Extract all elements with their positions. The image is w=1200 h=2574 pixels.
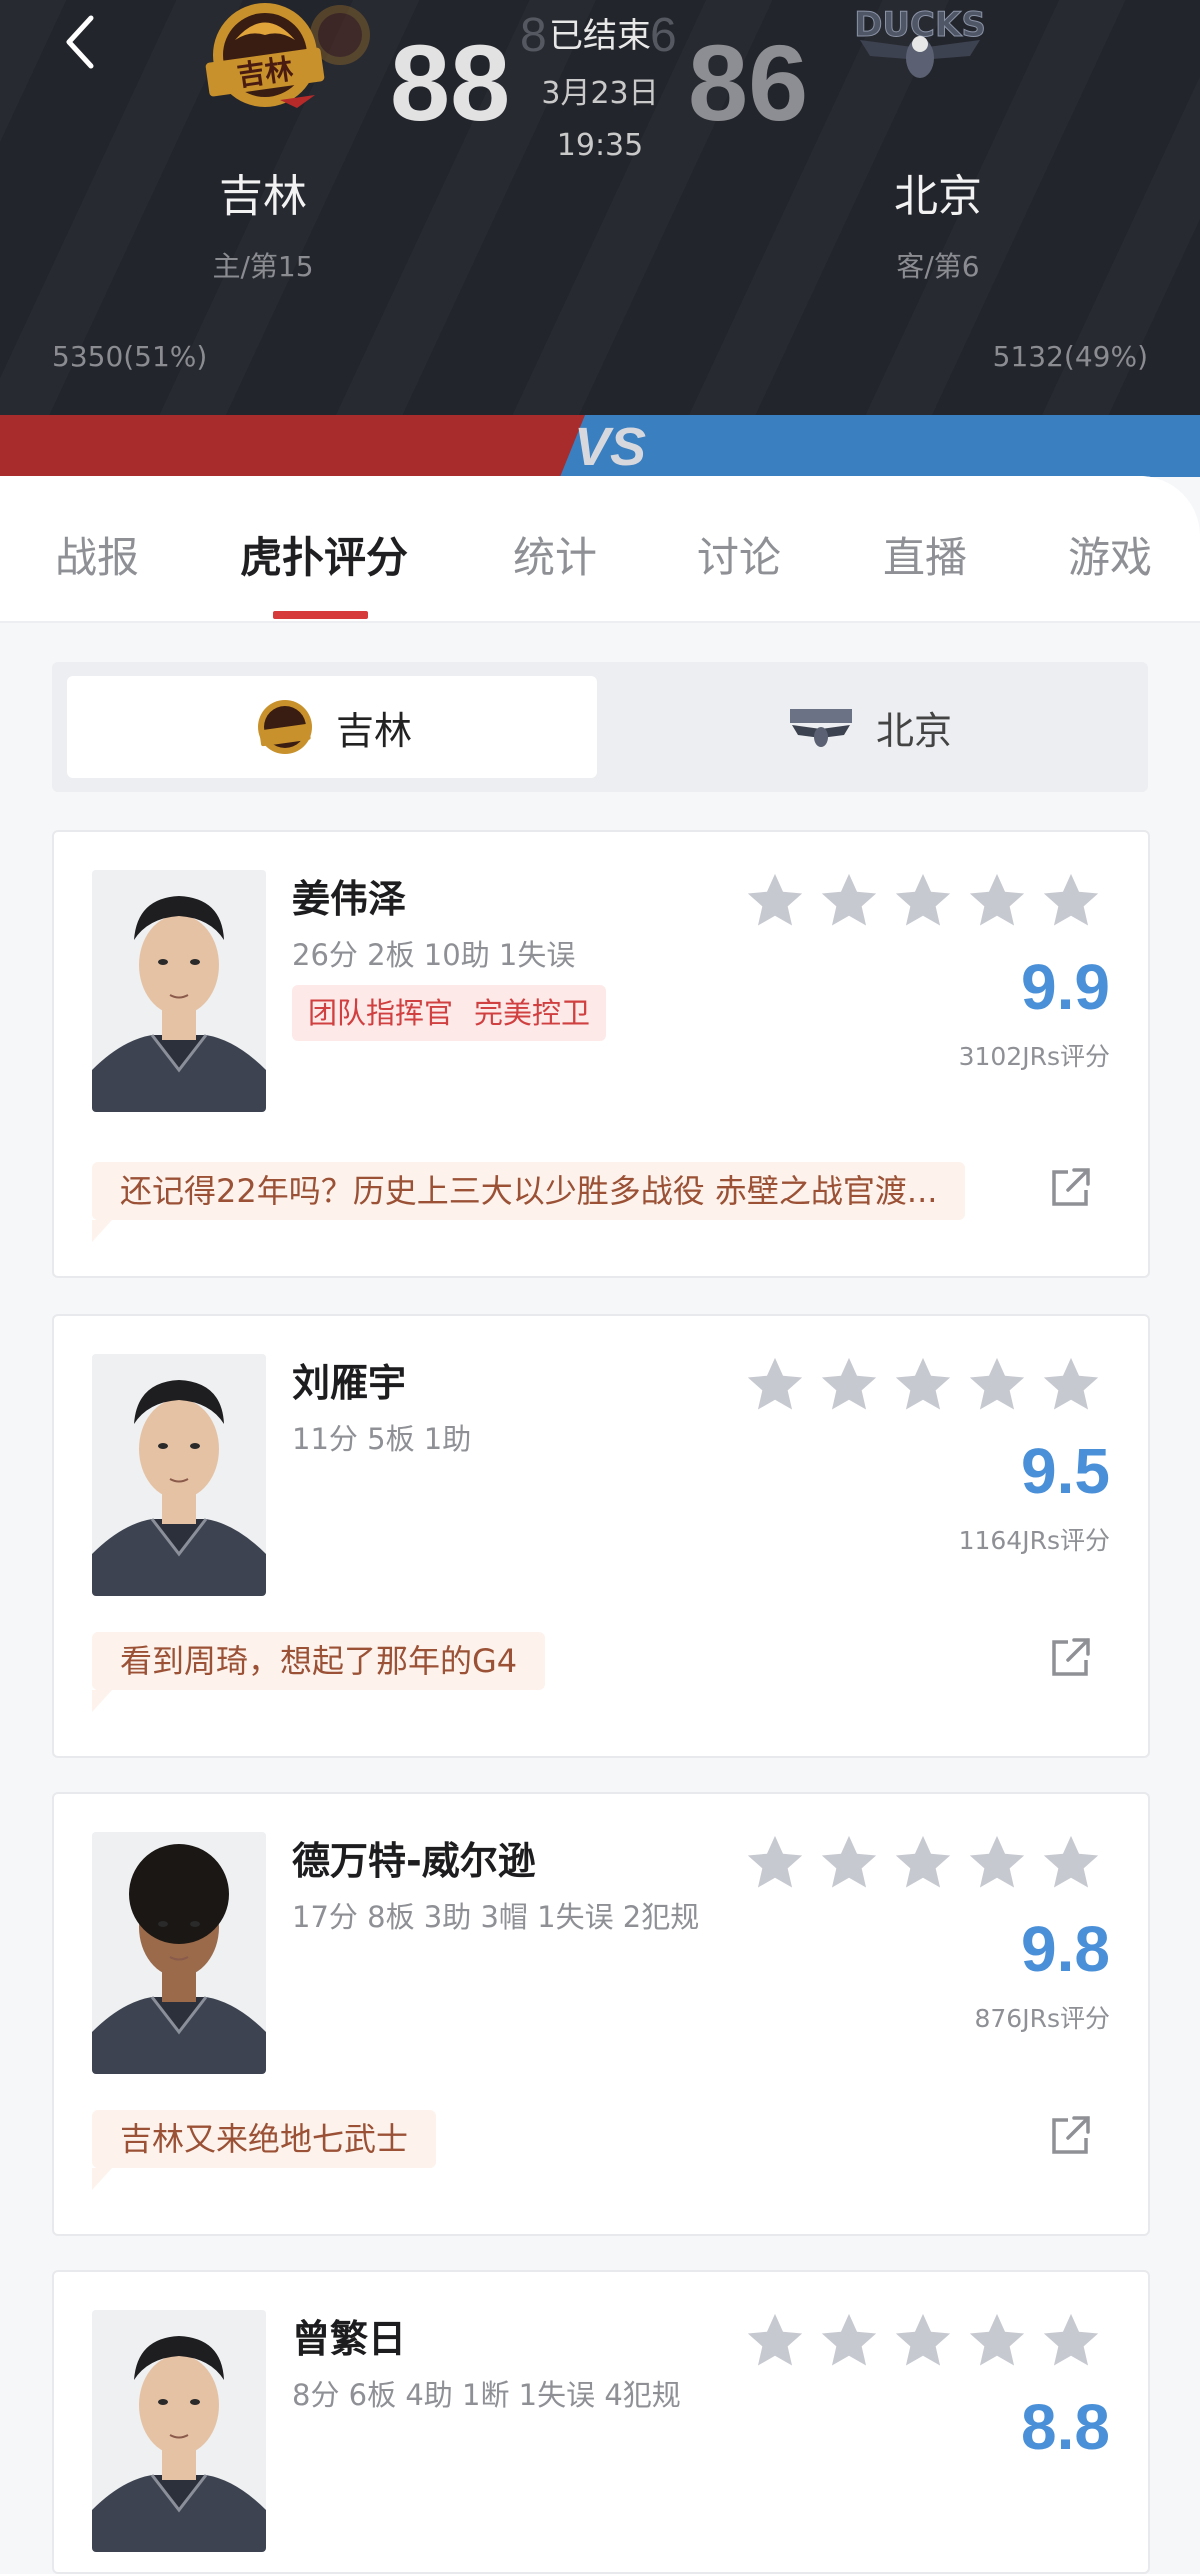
comment-tail (92, 2168, 112, 2190)
support-vs-bar[interactable]: VS (0, 415, 1200, 477)
player-rating: 9.9 (1021, 951, 1110, 1023)
player-avatar[interactable] (92, 2310, 266, 2552)
tab-games[interactable]: 游戏 (1068, 524, 1152, 585)
star-icon[interactable] (744, 1354, 806, 1416)
star-icon[interactable] (892, 1832, 954, 1894)
star-icon[interactable] (966, 1354, 1028, 1416)
beijing-logo-icon (789, 709, 852, 747)
star-icon[interactable] (1040, 870, 1102, 932)
player-rating: 8.8 (1021, 2391, 1110, 2463)
team-switch-away[interactable]: 北京 (603, 676, 1133, 778)
player-rating: 9.5 (1021, 1435, 1110, 1507)
rating-stars[interactable] (744, 2310, 1114, 2372)
game-date: 3月23日 (541, 76, 659, 111)
rating-count: 1164JRs评分 (958, 1526, 1110, 1555)
share-icon[interactable] (1048, 1634, 1094, 1680)
player-avatar[interactable] (92, 1832, 266, 2074)
top-comment-text: 看到周琦，想起了那年的G4 (120, 1642, 518, 1680)
rating-count: 3102JRs评分 (958, 1042, 1110, 1071)
player-card[interactable]: 姜伟泽 26分 2板 10助 1失误团队指挥官 完美控卫 9.9 3102JRs评分还记… (52, 830, 1150, 1278)
rating-stars[interactable] (744, 1354, 1114, 1416)
top-comment[interactable]: 吉林又来绝地七武士 (92, 2110, 437, 2190)
star-icon[interactable] (744, 2310, 806, 2372)
player-rating: 9.8 (1021, 1913, 1110, 1985)
rating-stars[interactable] (744, 870, 1114, 932)
tab-discussion[interactable]: 讨论 (697, 524, 781, 585)
tab-bar: 战报 虎扑评分 统计 讨论 直播 游戏 (0, 476, 1200, 623)
player-card[interactable]: 刘雁宇 11分 5板 1助 9.5 1164JRs评分看到周琦，想起了那年的G4 (52, 1314, 1150, 1758)
team-switch-home[interactable]: 吉林 (67, 676, 597, 778)
player-tag[interactable]: 团队指挥官 (292, 985, 470, 1041)
star-icon[interactable] (818, 870, 880, 932)
game-status: 已结束 (549, 16, 651, 56)
player-stats: 11分 5板 1助 (292, 1422, 472, 1456)
home-support-count: 5350(51%) (52, 340, 208, 373)
share-icon[interactable] (1048, 1164, 1094, 1210)
star-icon[interactable] (966, 2310, 1028, 2372)
rating-count: 876JRs评分 (974, 2004, 1111, 2033)
player-name[interactable]: 姜伟泽 (292, 868, 406, 923)
rating-stars[interactable] (744, 1832, 1114, 1894)
team-switch-home-label: 吉林 (335, 708, 412, 753)
star-icon[interactable] (966, 1832, 1028, 1894)
player-name[interactable]: 刘雁宇 (292, 1352, 406, 1407)
star-icon[interactable] (892, 2310, 954, 2372)
player-stats: 17分 8板 3助 3帽 1失误 2犯规 (292, 1900, 700, 1934)
player-name[interactable]: 曾繁日 (292, 2308, 406, 2363)
star-icon[interactable] (818, 2310, 880, 2372)
star-icon[interactable] (966, 870, 1028, 932)
star-icon[interactable] (892, 870, 954, 932)
tab-report[interactable]: 战报 (55, 524, 139, 585)
home-team-name[interactable]: 吉林 (113, 160, 413, 224)
share-icon[interactable] (1048, 2112, 1094, 2158)
player-card[interactable]: 德万特-威尔逊 17分 8板 3助 3帽 1失误 2犯规 9.8 876JRs评分吉林… (52, 1792, 1150, 2236)
team-switch: 吉林 北京 (52, 662, 1148, 792)
star-icon[interactable] (892, 1354, 954, 1416)
player-avatar[interactable] (92, 870, 266, 1112)
star-icon[interactable] (1040, 1354, 1102, 1416)
star-icon[interactable] (818, 1832, 880, 1894)
star-icon[interactable] (818, 1354, 880, 1416)
home-support-fill (0, 415, 612, 477)
top-comment-text: 还记得22年吗？历史上三大以少胜多战役 赤壁之战官渡... (120, 1172, 938, 1210)
player-tag[interactable]: 完美控卫 (458, 985, 607, 1041)
vs-badge: VS (574, 417, 646, 477)
away-team-name[interactable]: 北京 (788, 160, 1088, 224)
away-support-count: 5132(49%) (992, 340, 1148, 373)
home-team-rank: 主/第15 (212, 250, 314, 283)
comment-tail (92, 1690, 112, 1712)
top-comment-text: 吉林又来绝地七武士 (120, 2120, 409, 2158)
away-support-fill (592, 415, 1200, 477)
tab-live[interactable]: 直播 (883, 524, 967, 585)
comment-tail (92, 1220, 112, 1242)
game-time: 19:35 (556, 128, 644, 163)
player-stats: 26分 2板 10助 1失误 (292, 938, 576, 972)
tab-hupu-rating[interactable]: 虎扑评分 (240, 524, 408, 585)
star-icon[interactable] (744, 1832, 806, 1894)
game-header: 吉林 DUCKS 8 6 88 86 已结束 3月23日 19:35 吉林 北京… (0, 0, 1200, 415)
tab-stats[interactable]: 统计 (513, 524, 597, 585)
player-avatar[interactable] (92, 1354, 266, 1596)
player-card[interactable]: 曾繁日 8分 6板 4助 1断 1失误 4犯规 8.8 (52, 2270, 1150, 2574)
star-icon[interactable] (1040, 1832, 1102, 1894)
top-comment[interactable]: 还记得22年吗？历史上三大以少胜多战役 赤壁之战官渡... (92, 1162, 966, 1242)
away-team-rank: 客/第6 (896, 250, 980, 283)
active-tab-indicator (273, 611, 368, 619)
player-stats: 8分 6板 4助 1断 1失误 4犯规 (292, 2378, 681, 2412)
jilin-logo-icon (257, 700, 312, 754)
content-sheet: 战报 虎扑评分 统计 讨论 直播 游戏 吉林 北京 姜伟泽 26分 2板 10助 … (0, 476, 1200, 2574)
star-icon[interactable] (744, 870, 806, 932)
star-icon[interactable] (1040, 2310, 1102, 2372)
team-switch-away-label: 北京 (875, 708, 952, 753)
top-comment[interactable]: 看到周琦，想起了那年的G4 (92, 1632, 546, 1712)
player-name[interactable]: 德万特-威尔逊 (292, 1830, 536, 1885)
